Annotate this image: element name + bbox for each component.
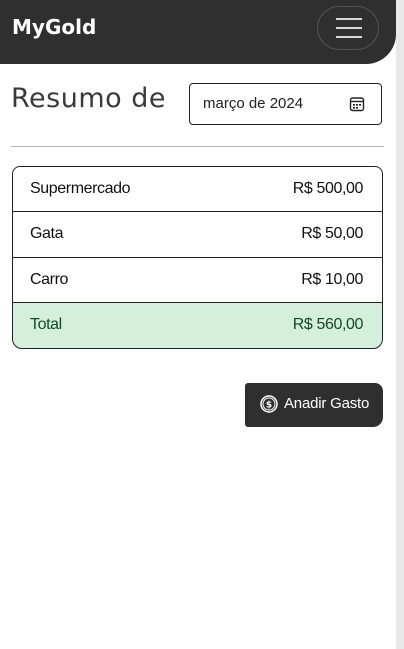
vertical-scrollbar[interactable] (396, 0, 404, 649)
expense-amount: R$ 500,00 (292, 180, 364, 197)
total-amount: R$ 560,00 (292, 316, 364, 334)
expense-name: Carro (30, 270, 69, 288)
expense-row[interactable]: Gata R$ 50,00 (12, 211, 383, 259)
total-row: Total R$ 560,00 (12, 302, 383, 350)
expense-name: Supermercado (30, 180, 131, 197)
coin-dollar-icon: $ (260, 395, 278, 413)
expense-list: Supermercado R$ 500,00 Gata R$ 50,00 Car… (12, 166, 383, 350)
brand-logo-text[interactable]: MyGold (12, 15, 96, 39)
expense-amount: R$ 10,00 (301, 270, 363, 288)
expense-row[interactable]: Supermercado R$ 500,00 (12, 166, 383, 213)
page-title: Resumo de (11, 83, 166, 114)
navbar: MyGold (0, 0, 396, 64)
hamburger-menu-icon (336, 18, 362, 20)
month-picker-value: março de 2024 (203, 95, 304, 112)
expense-row[interactable]: Carro R$ 10,00 (12, 256, 383, 304)
svg-text:$: $ (266, 401, 272, 411)
expense-name: Gata (30, 225, 64, 243)
expense-amount: R$ 50,00 (301, 225, 363, 243)
hamburger-menu-icon-bar-3 (336, 36, 362, 38)
add-expense-button[interactable]: $ Anadir Gasto (245, 383, 383, 427)
divider (11, 146, 384, 147)
hamburger-menu-icon-bar-2 (336, 27, 362, 29)
add-expense-label: Anadir Gasto (284, 395, 370, 412)
app-page: MyGold Resumo de março de 2024 Supermerc… (0, 0, 396, 649)
month-picker-input[interactable]: março de 2024 (189, 83, 382, 125)
calendar-icon[interactable] (349, 96, 365, 112)
total-label: Total (30, 316, 62, 334)
menu-toggle-button[interactable] (317, 6, 379, 50)
